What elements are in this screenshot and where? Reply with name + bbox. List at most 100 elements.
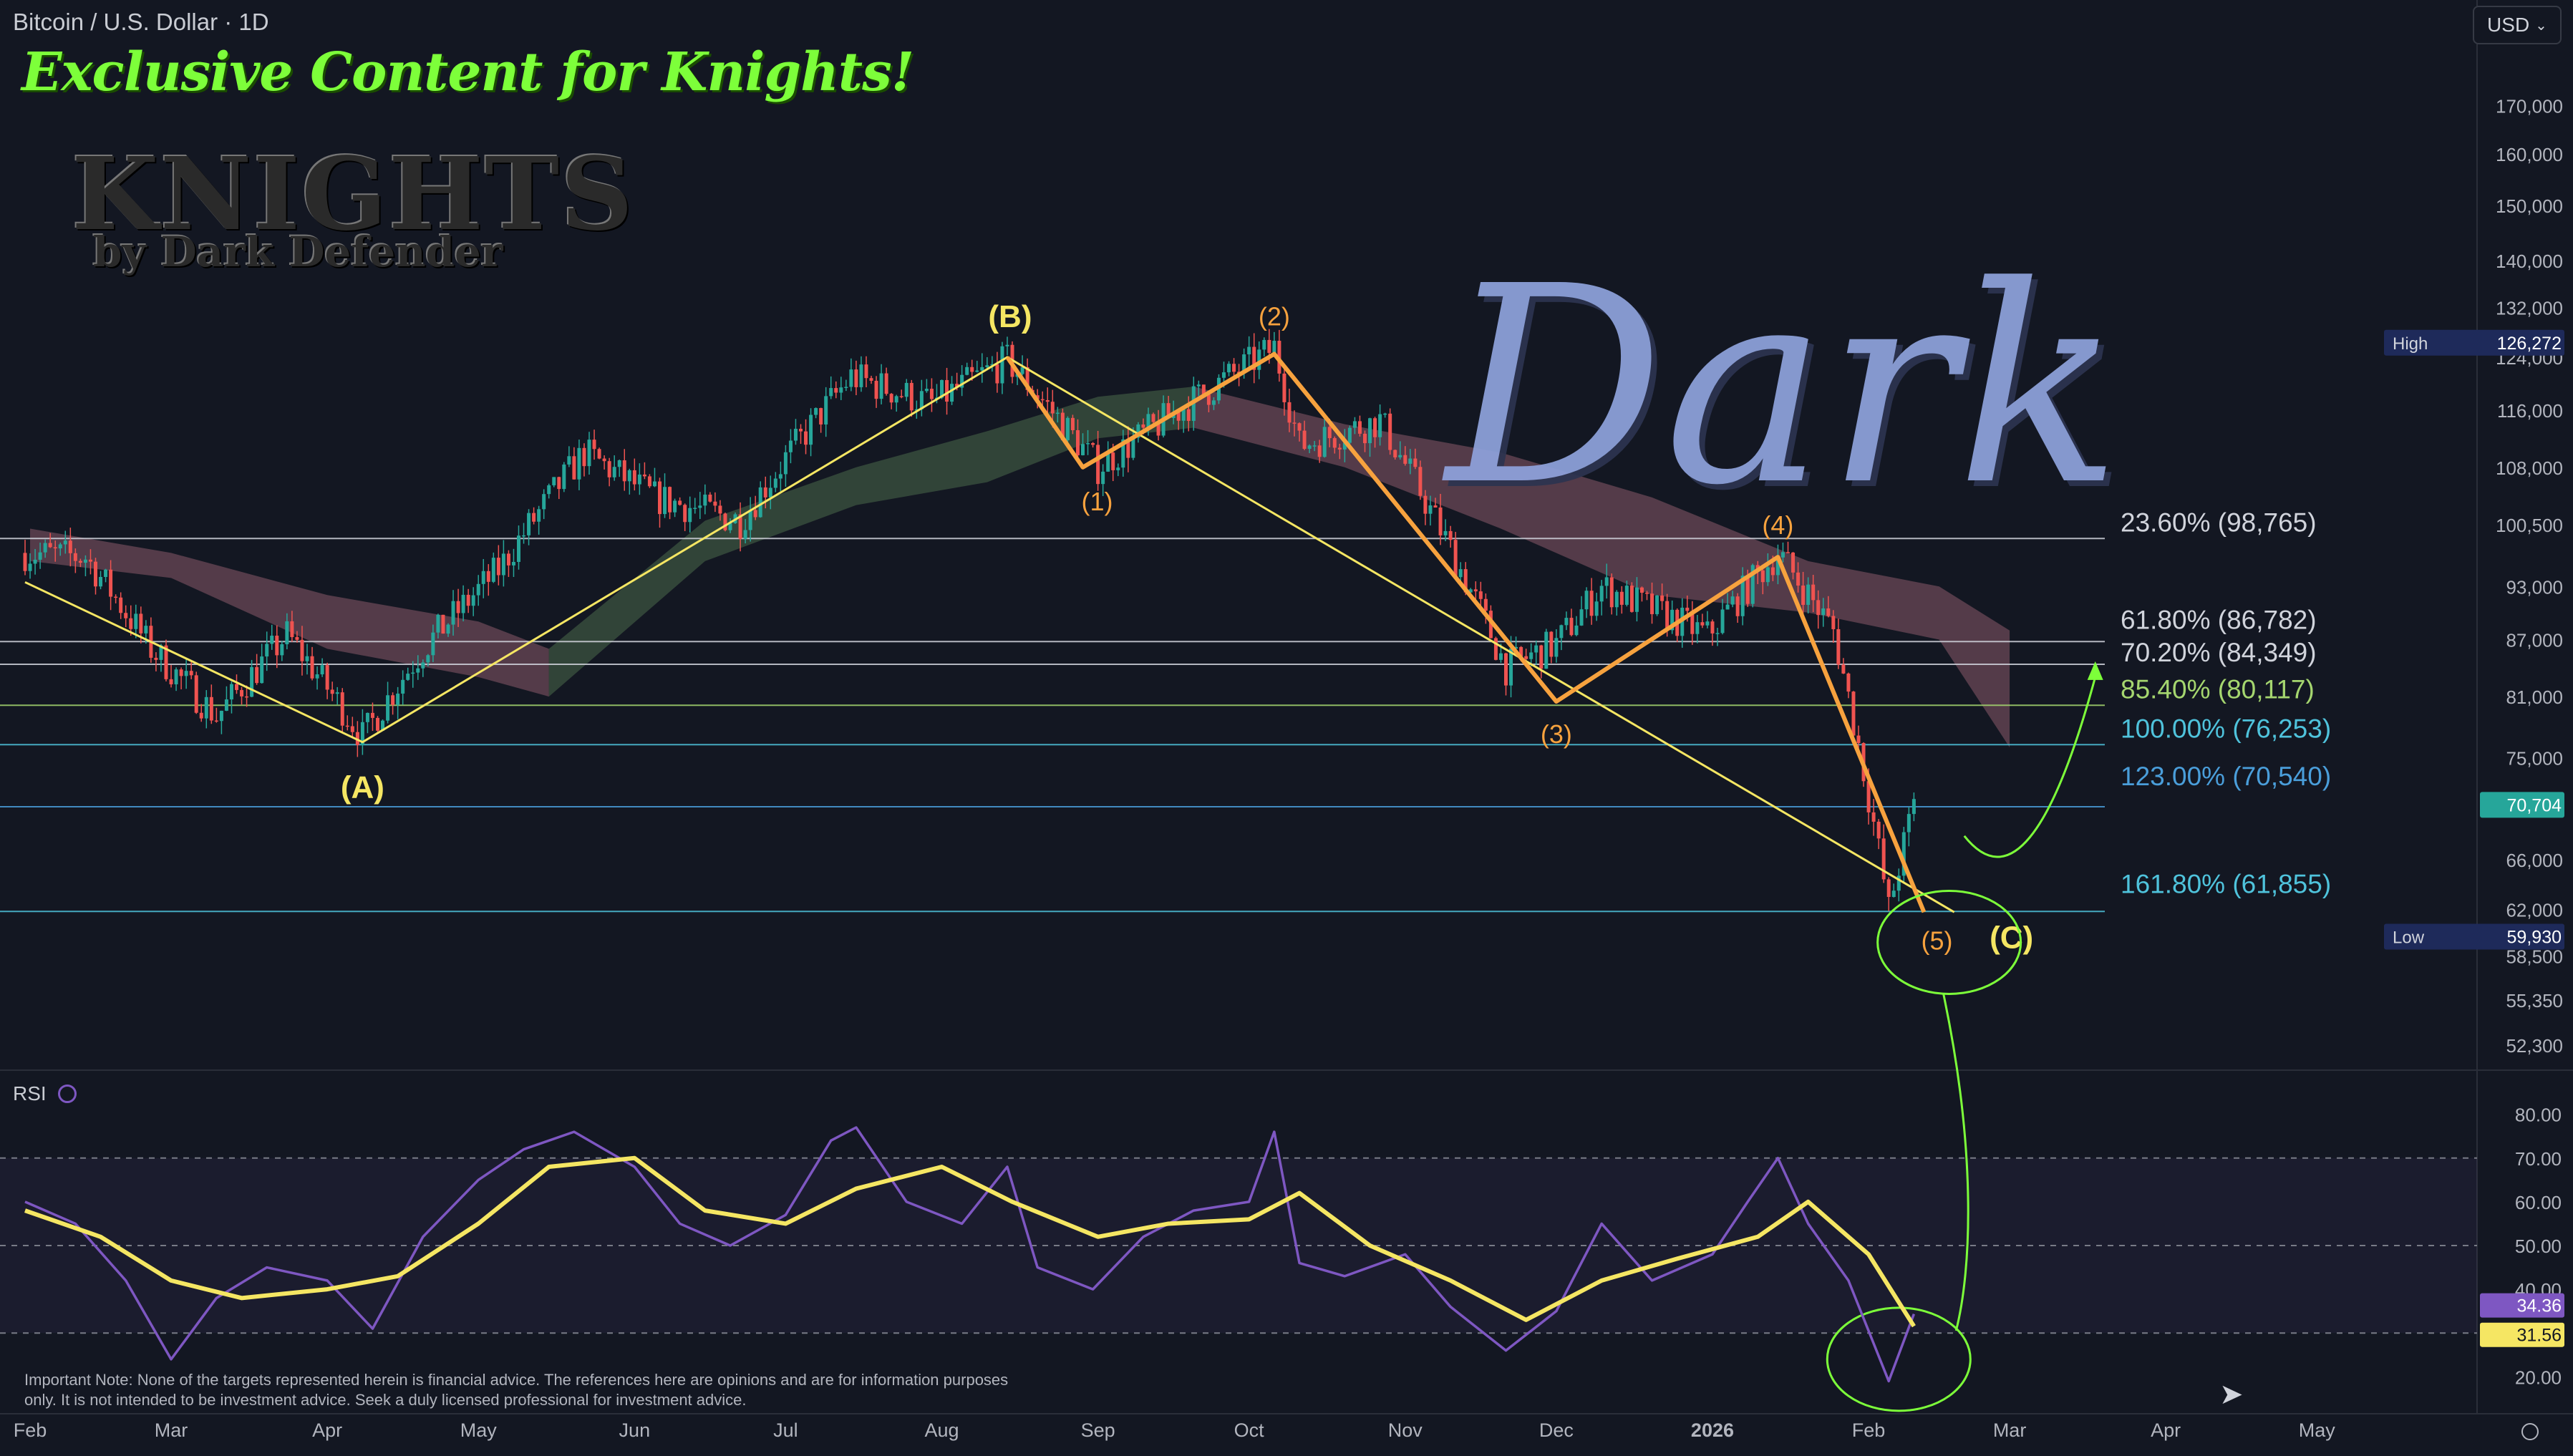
candle-body xyxy=(481,571,485,584)
time-tick-label: Sep xyxy=(1081,1419,1115,1441)
time-tick-label: Apr xyxy=(312,1419,342,1441)
time-tick-label: Aug xyxy=(924,1419,959,1441)
candle-body xyxy=(1881,838,1886,880)
rsi-pane-label: RSI xyxy=(13,1082,77,1105)
candle-body xyxy=(1493,638,1498,660)
candle-body xyxy=(527,513,531,535)
candle-body xyxy=(607,461,611,477)
candle-body xyxy=(255,666,259,684)
candle-body xyxy=(1504,653,1508,686)
price-tag-label: Low xyxy=(2393,928,2425,947)
time-tick-label: Jun xyxy=(619,1419,651,1441)
time-tick-label: Jul xyxy=(773,1419,798,1441)
candle-body xyxy=(1101,471,1105,485)
candle-body xyxy=(1524,656,1528,659)
candle-body xyxy=(38,552,42,560)
candle-body xyxy=(562,464,566,490)
price-tick-label: 140,000 xyxy=(2496,251,2563,272)
price-tag-value: 126,272 xyxy=(2497,334,2562,354)
candle-body xyxy=(194,675,198,713)
candle-body xyxy=(1040,399,1045,401)
candle-body xyxy=(753,510,757,518)
candle-body xyxy=(1302,430,1307,449)
candle-body xyxy=(1292,422,1297,424)
candle-body xyxy=(411,672,415,674)
candle-body xyxy=(1020,367,1024,374)
candle-body xyxy=(1050,402,1055,414)
candle-body xyxy=(1846,673,1851,692)
candle-body xyxy=(1322,427,1327,457)
candle-body xyxy=(597,449,601,459)
candle-body xyxy=(53,547,57,549)
candle-body xyxy=(799,428,803,432)
candle-body xyxy=(250,666,254,697)
candle-body xyxy=(1373,418,1377,437)
candle-body xyxy=(73,553,77,561)
candle-body xyxy=(1705,621,1710,626)
currency-select[interactable]: USD ⌄ xyxy=(2473,6,2562,44)
candle-body xyxy=(1352,421,1357,428)
candle-body xyxy=(1378,414,1382,437)
candle-body xyxy=(864,364,868,379)
candle-body xyxy=(678,500,682,505)
candle-body xyxy=(632,470,636,485)
candle-body xyxy=(129,618,133,629)
candle-body xyxy=(547,485,551,495)
candle-body xyxy=(28,563,32,571)
candle-body xyxy=(1232,364,1236,372)
candle-body xyxy=(134,613,138,629)
candle-body xyxy=(572,456,576,480)
candle-body xyxy=(431,632,435,656)
candle-body xyxy=(1413,458,1418,467)
candle-body xyxy=(214,720,218,722)
candle-body xyxy=(1594,601,1599,616)
time-tick-label: Nov xyxy=(1388,1419,1423,1441)
candle-body xyxy=(1609,577,1614,608)
candle-body xyxy=(401,679,405,694)
candle-body xyxy=(325,665,329,690)
candle-body xyxy=(174,669,178,684)
candle-body xyxy=(310,656,314,679)
chevron-down-icon: ⌄ xyxy=(2535,17,2547,34)
candle-body xyxy=(889,394,893,403)
rsi-tick-label: 70.00 xyxy=(2515,1148,2562,1170)
candle-body xyxy=(1906,814,1911,833)
candle-body xyxy=(1141,424,1145,428)
candle-body xyxy=(204,697,208,719)
rsi-title: RSI xyxy=(13,1082,47,1105)
candle-body xyxy=(1619,591,1624,605)
candle-body xyxy=(693,508,697,509)
candle-body xyxy=(1000,346,1004,384)
candle-body xyxy=(1569,618,1574,636)
candle-body xyxy=(839,387,843,393)
price-tick-label: 75,000 xyxy=(2506,748,2563,770)
candle-body xyxy=(1579,609,1584,626)
time-tick-label: Dec xyxy=(1539,1419,1574,1441)
candle-body xyxy=(1075,429,1080,455)
candle-body xyxy=(1841,664,1846,674)
candle-body xyxy=(466,594,470,606)
candle-body xyxy=(627,470,631,482)
indicator-settings-icon[interactable] xyxy=(57,1084,77,1103)
candle-body xyxy=(793,428,798,441)
candle-body xyxy=(1539,645,1544,669)
fib-label: 85.40% (80,117) xyxy=(2121,674,2315,704)
candle-body xyxy=(1544,631,1549,669)
dark-watermark: Dark xyxy=(1446,228,2122,545)
candle-body xyxy=(652,481,656,487)
candle-body xyxy=(587,440,591,467)
time-tick-label: Oct xyxy=(1234,1419,1265,1441)
candle-body xyxy=(1393,450,1397,457)
candle-body xyxy=(970,367,974,372)
candle-body xyxy=(501,553,505,576)
candle-body xyxy=(396,693,400,705)
candle-body xyxy=(924,389,929,392)
candle-body xyxy=(1070,417,1075,430)
candle-body xyxy=(859,364,863,387)
price-tick-label: 132,000 xyxy=(2496,297,2563,319)
candle-body xyxy=(1695,622,1700,634)
rsi-tick-label: 20.00 xyxy=(2515,1367,2562,1388)
candle-body xyxy=(114,596,118,598)
candle-body xyxy=(1151,414,1155,422)
candle-body xyxy=(1005,344,1009,346)
